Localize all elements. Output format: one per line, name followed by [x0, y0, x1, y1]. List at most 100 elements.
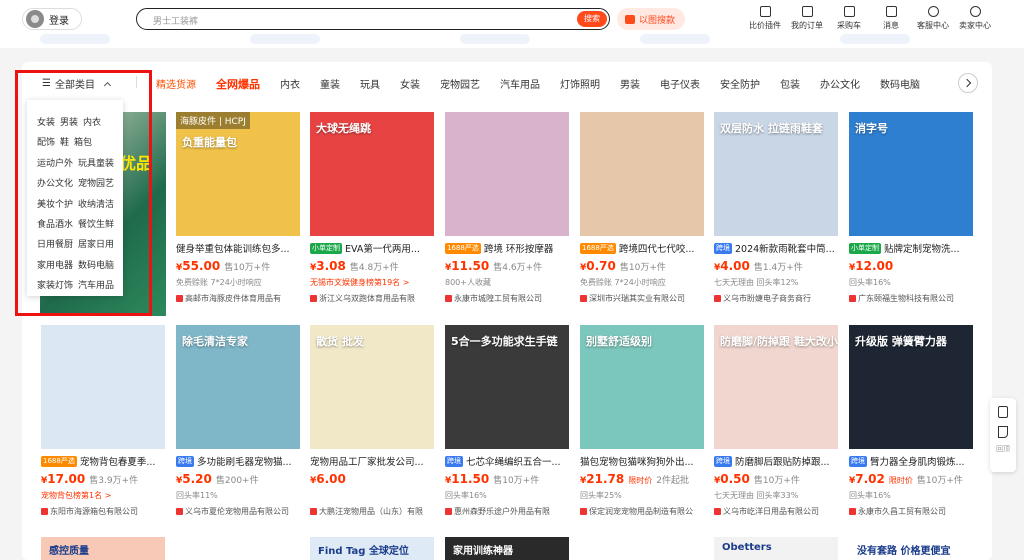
- search-input[interactable]: 男士工装裤: [153, 14, 198, 27]
- product-card[interactable]: 散货 批发 宠物用品工厂家批发公司... ¥6.00 大鹏汪宠物用品（山东）有限: [310, 325, 434, 531]
- dropdown-item[interactable]: 玩具童装: [78, 156, 114, 176]
- product-image[interactable]: 消字号: [849, 112, 973, 236]
- shop-row[interactable]: 义乌市屹洋日用品有限公司: [714, 505, 838, 517]
- shop-row[interactable]: 保定润宠宠物用品制造有限公: [580, 505, 704, 517]
- shop-row[interactable]: 义乌市盼婕电子商务商行: [714, 292, 838, 304]
- product-image[interactable]: 没有套路 价格更便宜: [849, 537, 973, 560]
- dropdown-item[interactable]: 家用电器: [37, 258, 73, 278]
- shop-row[interactable]: 东阳市海源箱包有限公司: [41, 505, 165, 517]
- dropdown-item[interactable]: 配饰: [37, 135, 55, 155]
- product-image[interactable]: 防磨脚/防掉跟 鞋大改小: [714, 325, 838, 449]
- product-image[interactable]: [41, 325, 165, 449]
- product-title[interactable]: 宠物用品工厂家批发公司...: [310, 454, 424, 468]
- shop-row[interactable]: 浙江义乌双跑体育用品有限: [310, 292, 434, 304]
- back-to-top-label[interactable]: 回顶: [990, 444, 1016, 454]
- dropdown-item[interactable]: 食品酒水: [37, 217, 73, 237]
- category-tab-8[interactable]: 灯饰照明: [560, 76, 600, 92]
- product-card-partial[interactable]: Obetters: [714, 537, 838, 560]
- product-image[interactable]: 家用训练神器: [445, 537, 569, 560]
- product-image[interactable]: 感控质量: [41, 537, 165, 560]
- category-tab-5[interactable]: 女装: [400, 76, 420, 92]
- product-card[interactable]: 消字号 小单定制 贴牌定制宠物洗... ¥12.00 回头率16% 广东颐福生物科技有限公…: [849, 112, 973, 318]
- product-title[interactable]: 宠物背包春夏季...: [80, 454, 156, 468]
- dropdown-item[interactable]: 内衣: [83, 115, 101, 135]
- shop-row[interactable]: 高邮市海豚皮件体育用品有: [176, 292, 300, 304]
- product-title[interactable]: 七芯伞绳编织五合一...: [466, 454, 561, 468]
- category-tab-13[interactable]: 办公文化: [820, 76, 860, 92]
- dropdown-item[interactable]: 鞋: [60, 135, 69, 155]
- dropdown-item[interactable]: 箱包: [74, 135, 92, 155]
- dropdown-item[interactable]: 收纳清洁: [78, 197, 114, 217]
- product-title[interactable]: 猫包宠物包猫咪狗狗外出...: [580, 454, 694, 468]
- product-image[interactable]: [445, 112, 569, 236]
- dropdown-item[interactable]: 日用餐厨: [37, 237, 73, 257]
- product-image[interactable]: 别墅舒适级别: [580, 325, 704, 449]
- category-tab-10[interactable]: 电子仪表: [660, 76, 700, 92]
- dropdown-item[interactable]: 美妆个护: [37, 197, 73, 217]
- product-image[interactable]: Find Tag 全球定位: [310, 537, 434, 560]
- all-categories-button[interactable]: ☰ 全部类目: [42, 76, 112, 91]
- header-tool-2[interactable]: 采购车: [828, 6, 870, 31]
- category-tab-0[interactable]: 精选货源: [156, 76, 196, 92]
- product-feature[interactable]: 宠物背包榜第1名 >: [41, 490, 165, 502]
- product-title[interactable]: 防磨脚后跟贴防掉跟...: [735, 454, 830, 468]
- header-tool-0[interactable]: 比价插件: [744, 6, 786, 31]
- header-tool-4[interactable]: 客服中心: [912, 6, 954, 31]
- product-card-partial[interactable]: Find Tag 全球定位: [310, 537, 434, 560]
- shop-row[interactable]: 深圳市兴瑞其实业有限公司: [580, 292, 704, 304]
- category-tab-4[interactable]: 玩具: [360, 76, 380, 92]
- product-title[interactable]: 多功能刷毛器宠物猫...: [197, 454, 292, 468]
- next-arrow-button[interactable]: [958, 73, 978, 93]
- edit-icon[interactable]: [998, 426, 1008, 438]
- header-tool-3[interactable]: 消息: [870, 6, 912, 31]
- search-box[interactable]: 男士工装裤 搜索: [136, 8, 610, 30]
- dropdown-item[interactable]: 宠物园艺: [78, 176, 114, 196]
- feedback-icon[interactable]: [998, 406, 1008, 418]
- product-feature[interactable]: 无锡市文娱健身榜第19名 >: [310, 277, 434, 289]
- category-tab-7[interactable]: 汽车用品: [500, 76, 540, 92]
- shop-row[interactable]: 永康市久昌工贸有限公司: [849, 505, 973, 517]
- search-button[interactable]: 搜索: [577, 11, 607, 27]
- dropdown-item[interactable]: 汽车用品: [78, 278, 114, 298]
- product-card[interactable]: 1688严选 宠物背包春夏季... ¥17.00 售3.9万+件 宠物背包榜第1名 > 东…: [41, 325, 165, 531]
- category-tab-12[interactable]: 包装: [780, 76, 800, 92]
- product-image[interactable]: 双层防水 拉链雨鞋套: [714, 112, 838, 236]
- product-card[interactable]: 双层防水 拉链雨鞋套 跨境 2024新款雨靴套中筒... ¥4.00 售1.4万+件 七天…: [714, 112, 838, 318]
- shop-row[interactable]: 惠州森野乐途户外用品有限: [445, 505, 569, 517]
- product-card[interactable]: 1688严选 跨境四代七代咬... ¥0.70 售10万+件 免费赊账 7*24小时响应…: [580, 112, 704, 318]
- product-title[interactable]: EVA第一代两用...: [345, 241, 420, 255]
- image-search-button[interactable]: 以图搜款: [617, 8, 685, 30]
- login-button[interactable]: 登录: [22, 8, 82, 30]
- product-card[interactable]: 海豚皮件 | HCPJ 负重能量包 健身举重包体能训练包多... ¥55.00 售10万…: [176, 112, 300, 318]
- category-tab-2[interactable]: 内衣: [280, 76, 300, 92]
- product-title[interactable]: 臂力器全身肌肉锻炼...: [870, 454, 965, 468]
- dropdown-item[interactable]: 运动户外: [37, 156, 73, 176]
- category-tab-11[interactable]: 安全防护: [720, 76, 760, 92]
- dropdown-item[interactable]: 居家日用: [78, 237, 114, 257]
- product-title[interactable]: 健身举重包体能训练包多...: [176, 241, 290, 255]
- product-card[interactable]: 大球无绳跳 小单定制 EVA第一代两用... ¥3.08 售4.8万+件 无锡市文娱健身榜…: [310, 112, 434, 318]
- product-card[interactable]: 别墅舒适级别 猫包宠物包猫咪狗狗外出... ¥21.78 限时价 2件起批 回头率25% 保…: [580, 325, 704, 531]
- product-card-partial[interactable]: 感控质量: [41, 537, 165, 560]
- product-image[interactable]: 除毛清洁专家: [176, 325, 300, 449]
- category-tab-6[interactable]: 宠物园艺: [440, 76, 480, 92]
- product-image[interactable]: 5合一多功能求生手链: [445, 325, 569, 449]
- dropdown-item[interactable]: 家装灯饰: [37, 278, 73, 298]
- header-tool-1[interactable]: 我的订单: [786, 6, 828, 31]
- product-card[interactable]: 防磨脚/防掉跟 鞋大改小 跨境 防磨脚后跟贴防掉跟... ¥0.50 售10万+件 七天无…: [714, 325, 838, 531]
- shop-row[interactable]: 广东颐福生物科技有限公司: [849, 292, 973, 304]
- product-title[interactable]: 跨境 环形按摩器: [484, 241, 554, 255]
- dropdown-item[interactable]: 餐饮生鲜: [78, 217, 114, 237]
- shop-row[interactable]: 义乌市夏伦宠物用品有限公司: [176, 505, 300, 517]
- category-tab-1[interactable]: 全网爆品: [216, 76, 260, 92]
- product-image[interactable]: 散货 批发: [310, 325, 434, 449]
- header-tool-5[interactable]: 卖家中心: [954, 6, 996, 31]
- shop-row[interactable]: 大鹏汪宠物用品（山东）有限: [310, 505, 434, 517]
- product-image[interactable]: 大球无绳跳: [310, 112, 434, 236]
- product-title[interactable]: 2024新款雨靴套中筒...: [735, 241, 835, 255]
- dropdown-item[interactable]: 数码电脑: [78, 258, 114, 278]
- product-card[interactable]: 5合一多功能求生手链 跨境 七芯伞绳编织五合一... ¥11.50 售10万+件 回头率1…: [445, 325, 569, 531]
- product-image[interactable]: [580, 112, 704, 236]
- product-card[interactable]: 1688严选 跨境 环形按摩器 ¥11.50 售4.6万+件 800+人收藏 永康市城隍工…: [445, 112, 569, 318]
- product-image[interactable]: 海豚皮件 | HCPJ 负重能量包: [176, 112, 300, 236]
